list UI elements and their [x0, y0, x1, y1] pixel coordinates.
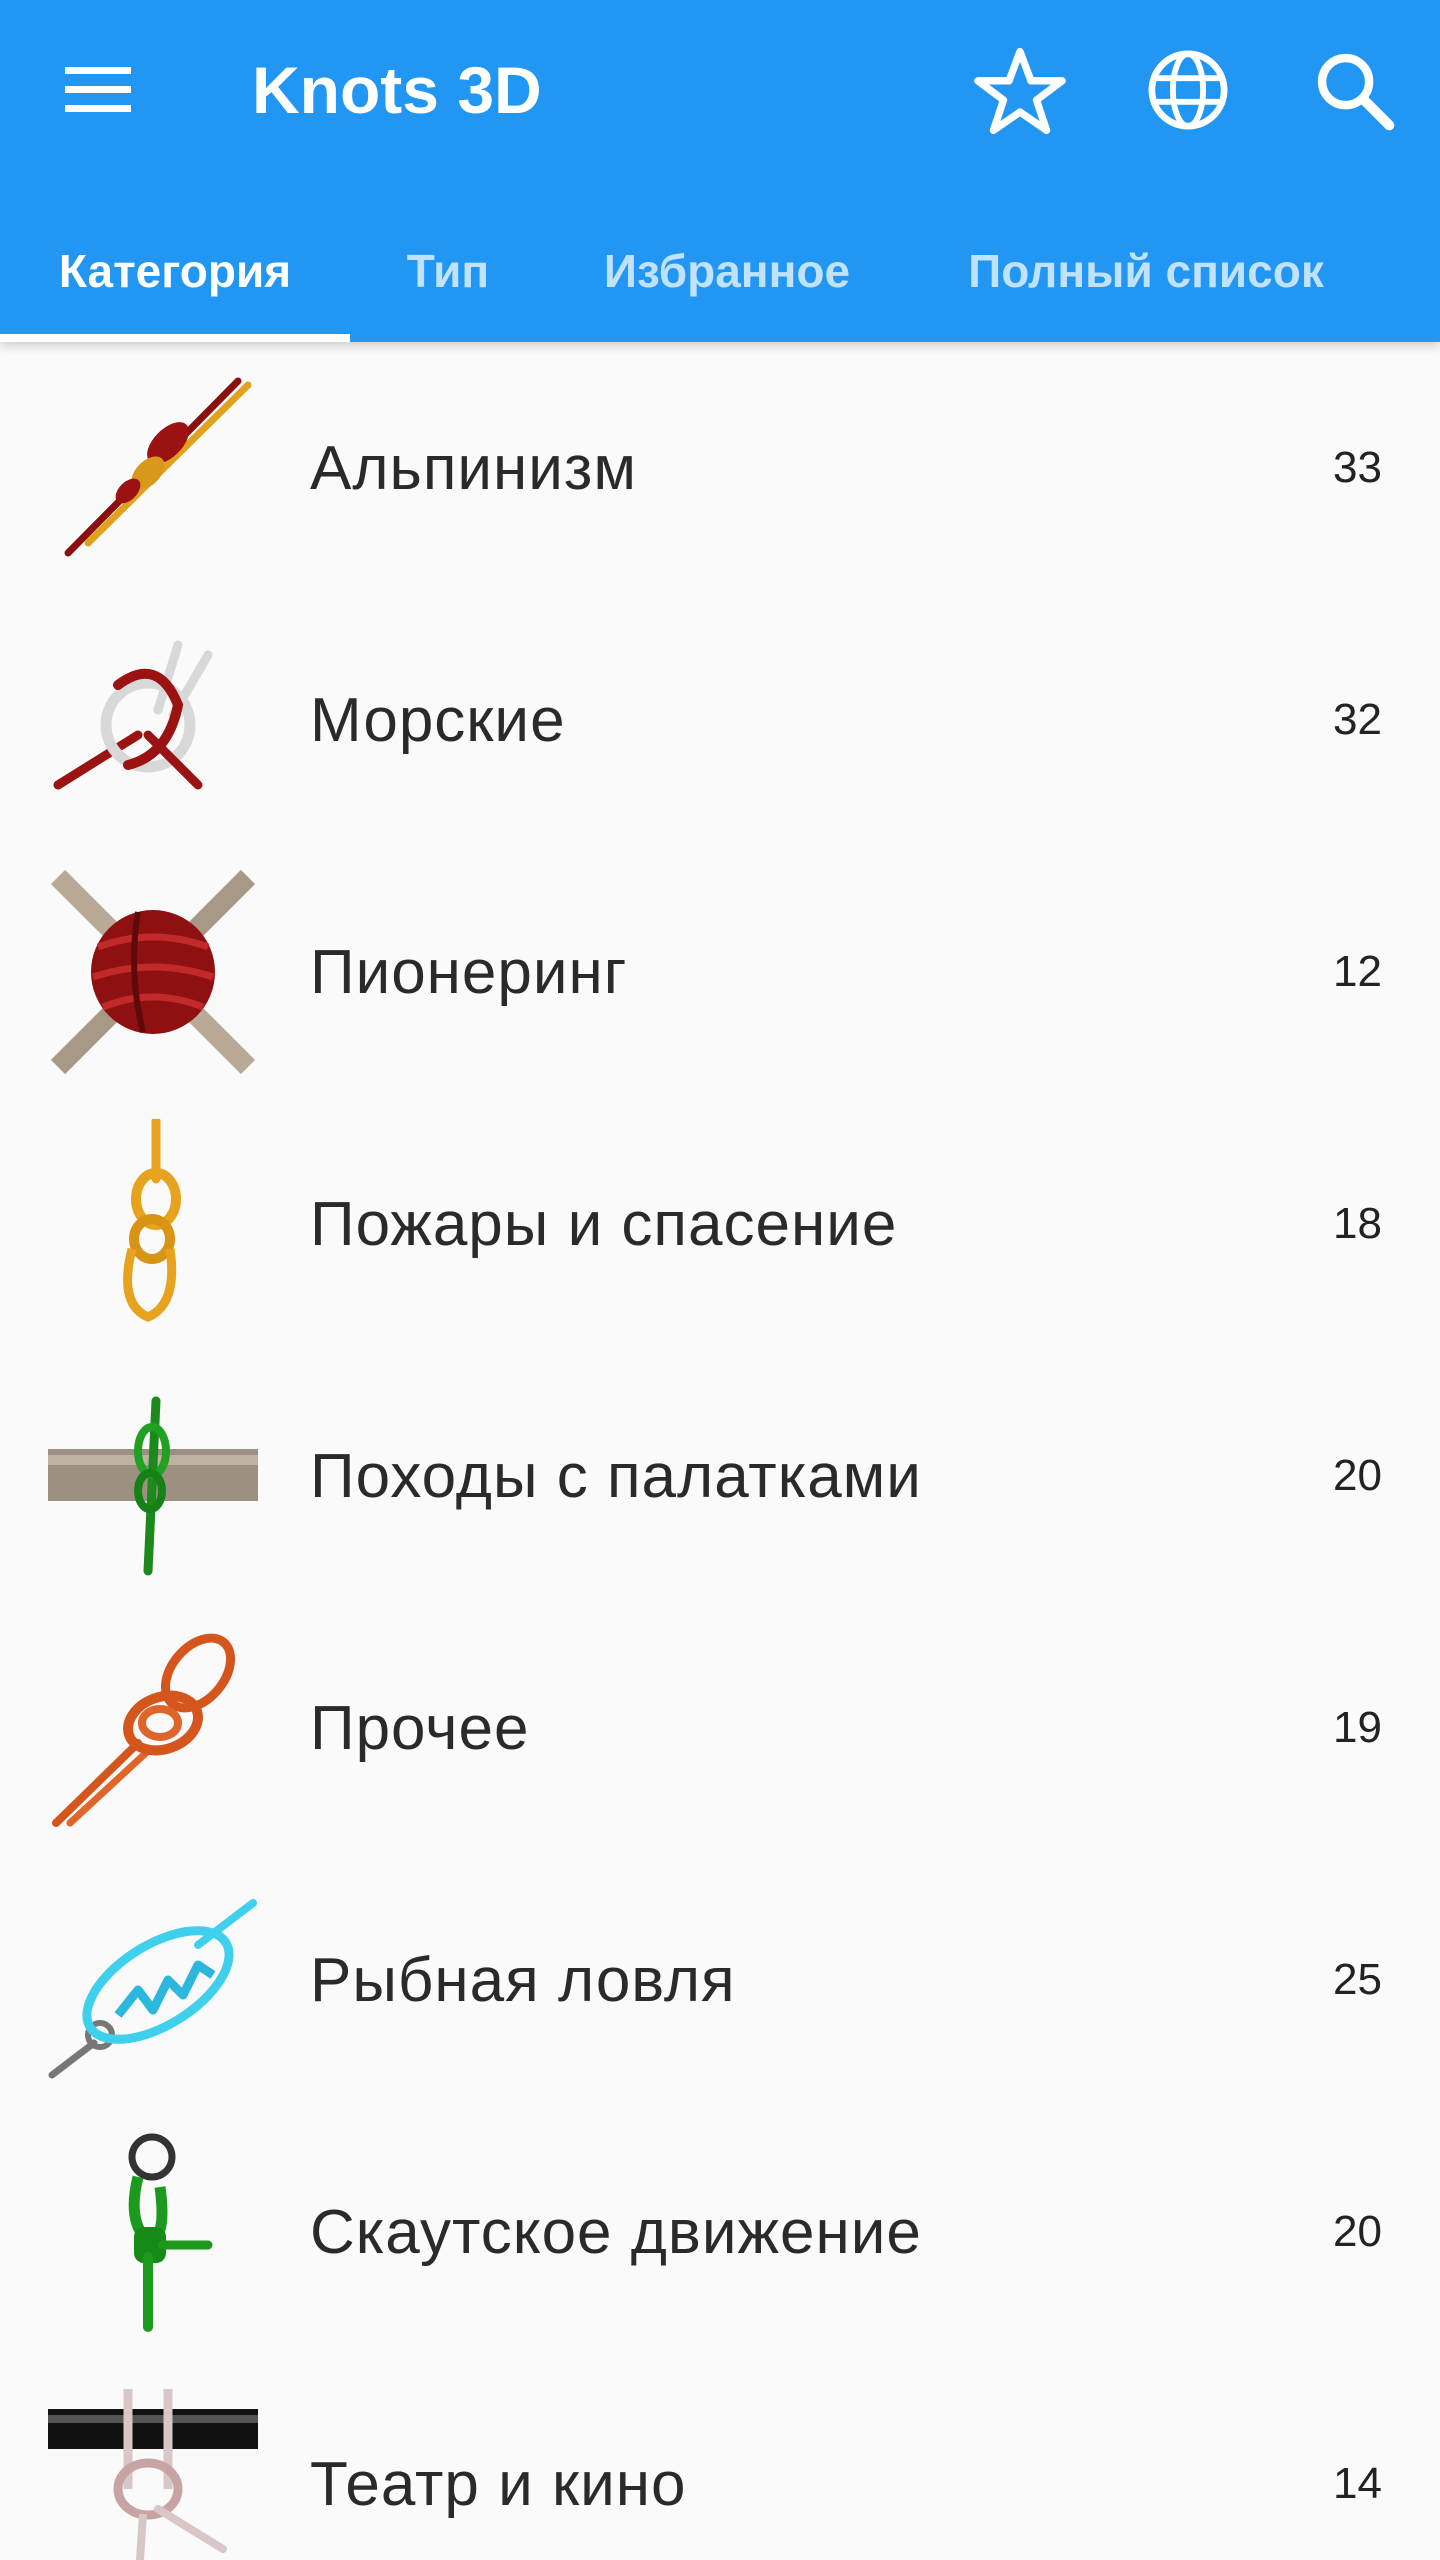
star-outline-icon — [974, 47, 1066, 134]
category-label: Пожары и спасение — [310, 1189, 898, 1259]
list-item[interactable]: Пионеринг 12 — [0, 846, 1440, 1098]
search-icon — [1317, 53, 1395, 131]
category-list[interactable]: Альпинизм 33 Морские 32 Пионеринг 12 Пож… — [0, 342, 1440, 2560]
tab-category[interactable]: Категория — [0, 200, 350, 342]
menu-button[interactable] — [48, 40, 148, 140]
language-button[interactable] — [1134, 36, 1242, 144]
category-count: 12 — [1333, 947, 1382, 996]
tab-bar: Категория Тип Избранное Полный список — [0, 200, 1440, 342]
category-label: Прочее — [310, 1693, 530, 1763]
list-item[interactable]: Походы с палатками 20 — [0, 1350, 1440, 1602]
list-item[interactable]: Пожары и спасение 18 — [0, 1098, 1440, 1350]
tab-favorites[interactable]: Избранное — [546, 200, 908, 342]
tab-full-list[interactable]: Полный список — [908, 200, 1384, 342]
category-count: 33 — [1333, 443, 1382, 492]
globe-icon — [1148, 50, 1228, 130]
scouting-knot-thumbnail — [128, 2133, 213, 2332]
category-label: Театр и кино — [310, 2449, 687, 2519]
list-item[interactable]: Театр и кино 14 — [0, 2358, 1440, 2560]
fishing-knot-thumbnail — [48, 1899, 257, 2079]
hamburger-menu-icon — [65, 67, 131, 112]
list-item[interactable]: Скаутское движение 20 — [0, 2106, 1440, 2358]
list-item[interactable]: Прочее 19 — [0, 1602, 1440, 1854]
favorites-button[interactable] — [966, 36, 1074, 144]
app-title: Knots 3D — [252, 53, 542, 127]
category-count: 25 — [1333, 1955, 1382, 2004]
search-button[interactable] — [1300, 36, 1408, 144]
category-label: Походы с палатками — [310, 1441, 922, 1511]
list-item[interactable]: Рыбная ловля 25 — [0, 1854, 1440, 2106]
tab-type[interactable]: Тип — [350, 200, 546, 342]
theater-knot-thumbnail — [48, 2389, 258, 2560]
lashing-knot-thumbnail — [50, 869, 256, 1075]
list-item[interactable]: Альпинизм 33 — [0, 342, 1440, 594]
category-count: 18 — [1333, 1199, 1382, 1248]
camping-knot-thumbnail — [48, 1396, 258, 1576]
misc-knot-thumbnail — [52, 1633, 236, 1827]
category-count: 20 — [1333, 1451, 1382, 1500]
category-label: Рыбная ловля — [310, 1945, 736, 2015]
category-count: 20 — [1333, 2207, 1382, 2256]
category-label: Скаутское движение — [310, 2197, 922, 2267]
climbing-knot-thumbnail — [64, 377, 252, 557]
app-bar: Knots 3D Категория Тип Избранное Полный … — [0, 0, 1440, 342]
category-count: 19 — [1333, 1703, 1382, 1752]
category-count: 14 — [1333, 2459, 1382, 2508]
category-count: 32 — [1333, 695, 1382, 744]
boating-knot-thumbnail — [53, 640, 213, 790]
rescue-knot-thumbnail — [123, 1119, 181, 1322]
category-label: Пионеринг — [310, 937, 628, 1007]
category-label: Морские — [310, 685, 566, 755]
list-item[interactable]: Морские 32 — [0, 594, 1440, 846]
category-label: Альпинизм — [310, 433, 637, 503]
tab-indicator — [0, 334, 350, 342]
toolbar: Knots 3D — [0, 0, 1440, 180]
